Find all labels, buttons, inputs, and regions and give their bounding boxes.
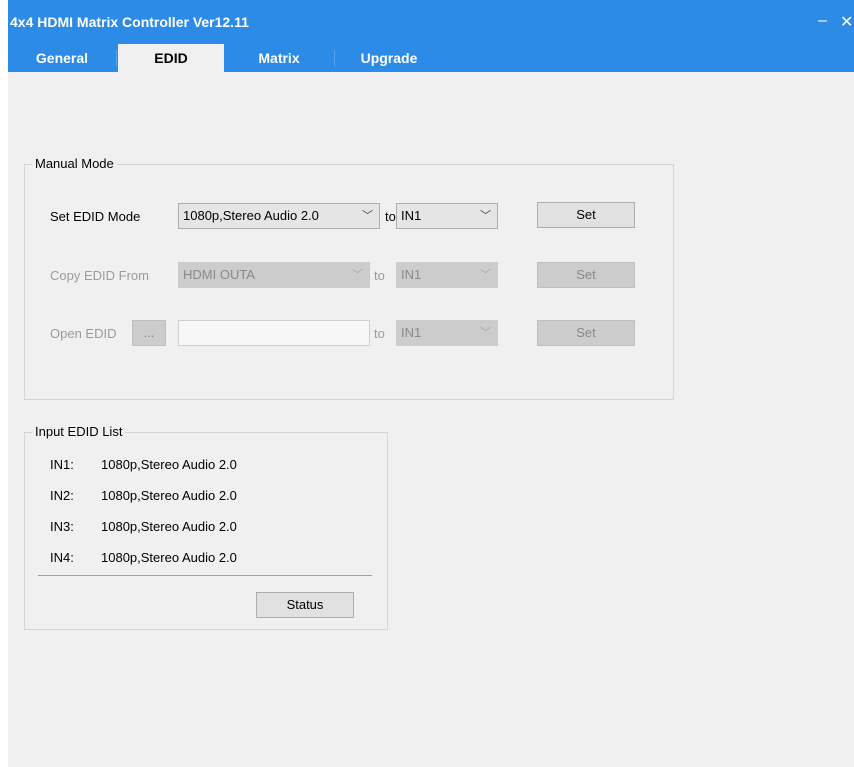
set-edid-mode-label: Set EDID Mode: [50, 209, 141, 224]
copy-edid-set-button[interactable]: Set: [537, 262, 635, 288]
input-edid-value: 1080p,Stereo Audio 2.0: [101, 457, 237, 472]
set-edid-target-value: IN1: [401, 208, 422, 223]
chevron-down-icon: ﹀: [480, 269, 491, 281]
tab-edid[interactable]: EDID: [118, 44, 224, 72]
open-edid-target-value: IN1: [401, 325, 422, 340]
open-edid-label: Open EDID: [50, 326, 117, 341]
input-label: IN2:: [50, 488, 74, 503]
input-label: IN4:: [50, 550, 74, 565]
edid-file-input[interactable]: [178, 320, 370, 346]
chevron-down-icon: ﹀: [352, 269, 363, 281]
app-window: 4x4 HDMI Matrix Controller Ver12.11 – ✕ …: [8, 0, 854, 767]
tab-upgrade[interactable]: Upgrade: [344, 44, 434, 72]
browse-button[interactable]: ...: [132, 320, 166, 346]
copy-edid-from-label: Copy EDID From: [50, 268, 149, 283]
tab-general[interactable]: General: [20, 44, 104, 72]
tab-separator: [116, 50, 117, 66]
close-icon[interactable]: ✕: [840, 12, 853, 32]
input-edid-list-title: Input EDID List: [32, 424, 126, 439]
input-edid-value: 1080p,Stereo Audio 2.0: [101, 488, 237, 503]
copy-edid-source-value: HDMI OUTA: [183, 267, 255, 282]
tab-separator: [334, 50, 335, 66]
to-label: to: [374, 268, 385, 283]
copy-edid-target-value: IN1: [401, 267, 422, 282]
divider: [38, 575, 372, 576]
to-label: to: [385, 209, 396, 224]
chevron-down-icon: ﹀: [360, 204, 373, 228]
manual-mode-title: Manual Mode: [32, 156, 117, 171]
copy-edid-target-select[interactable]: IN1 ﹀: [396, 262, 498, 288]
open-edid-set-button[interactable]: Set: [537, 320, 635, 346]
input-label: IN1:: [50, 457, 74, 472]
input-edid-value: 1080p,Stereo Audio 2.0: [101, 519, 237, 534]
title-bar: 4x4 HDMI Matrix Controller Ver12.11 – ✕ …: [8, 0, 854, 72]
tab-bar: General EDID Matrix Upgrade: [8, 44, 854, 72]
window-title: 4x4 HDMI Matrix Controller Ver12.11: [10, 14, 249, 30]
copy-edid-source-select[interactable]: HDMI OUTA ﹀: [178, 262, 370, 288]
edid-mode-select[interactable]: 1080p,Stereo Audio 2.0 ﹀: [178, 203, 380, 229]
status-button[interactable]: Status: [256, 592, 354, 618]
edid-mode-value: 1080p,Stereo Audio 2.0: [183, 208, 319, 223]
chevron-down-icon: ﹀: [480, 210, 491, 222]
input-label: IN3:: [50, 519, 74, 534]
set-edid-mode-button[interactable]: Set: [537, 202, 635, 228]
chevron-down-icon: ﹀: [480, 327, 491, 339]
open-edid-target-select[interactable]: IN1 ﹀: [396, 320, 498, 346]
tab-matrix[interactable]: Matrix: [234, 44, 324, 72]
set-edid-target-select[interactable]: IN1 ﹀: [396, 203, 498, 229]
to-label: to: [374, 326, 385, 341]
minimize-icon[interactable]: –: [818, 12, 827, 30]
input-edid-value: 1080p,Stereo Audio 2.0: [101, 550, 237, 565]
